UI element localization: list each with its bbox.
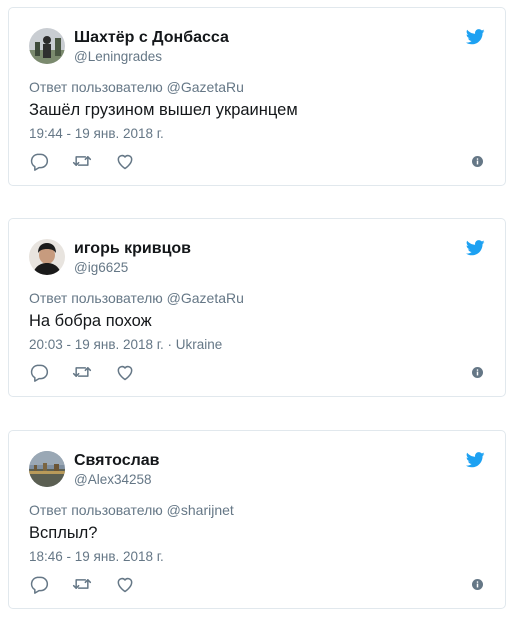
author-name[interactable]: Святослав	[74, 452, 160, 470]
twitter-bird-icon[interactable]	[466, 240, 485, 256]
reply-icon[interactable]	[29, 574, 49, 594]
avatar-image	[29, 239, 65, 275]
author-handle[interactable]: @ig6625	[74, 260, 128, 275]
like-icon[interactable]	[115, 362, 135, 382]
avatar[interactable]	[29, 28, 65, 64]
action-bar	[29, 151, 489, 171]
tweet-meta: 20:03 - 19 янв. 2018 г. · Ukraine	[29, 337, 222, 352]
tweet-text: Всплыл?	[29, 524, 98, 542]
reply-mention-link[interactable]: @GazetaRu	[167, 290, 244, 306]
like-icon[interactable]	[115, 151, 135, 171]
retweet-icon[interactable]	[72, 362, 92, 382]
reply-mention-link[interactable]: @sharijnet	[167, 502, 234, 518]
tweet-meta: 19:44 - 19 янв. 2018 г.	[29, 126, 164, 141]
reply-context: Ответ пользователю @GazetaRu	[29, 79, 244, 95]
reply-icon[interactable]	[29, 151, 49, 171]
retweet-icon[interactable]	[72, 151, 92, 171]
reply-icon[interactable]	[29, 362, 49, 382]
like-icon[interactable]	[115, 574, 135, 594]
tweet-text: Зашёл грузином вышел украинцем	[29, 101, 298, 119]
author-handle[interactable]: @Alex34258	[74, 472, 152, 487]
tweet-meta: 18:46 - 19 янв. 2018 г.	[29, 549, 164, 564]
reply-prefix: Ответ пользователю	[29, 290, 163, 306]
tweet-card: игорь кривцов @ig6625 Ответ пользователю…	[8, 218, 506, 397]
reply-prefix: Ответ пользователю	[29, 502, 163, 518]
tweet-location: · Ukraine	[163, 337, 223, 352]
action-bar	[29, 574, 489, 594]
reply-context: Ответ пользователю @GazetaRu	[29, 290, 244, 306]
tweet-timestamp[interactable]: 20:03 - 19 янв. 2018 г.	[29, 337, 164, 352]
reply-prefix: Ответ пользователю	[29, 79, 163, 95]
author-name[interactable]: игорь кривцов	[74, 240, 191, 258]
author-name[interactable]: Шахтёр с Донбасса	[74, 29, 229, 47]
avatar-image	[29, 28, 65, 64]
tweet-card: Шахтёр с Донбасса @Leningrades Ответ пол…	[8, 7, 506, 186]
avatar[interactable]	[29, 239, 65, 275]
tweet-card: Святослав @Alex34258 Ответ пользователю …	[8, 430, 506, 609]
author-handle[interactable]: @Leningrades	[74, 49, 162, 64]
retweet-icon[interactable]	[72, 574, 92, 594]
reply-mention-link[interactable]: @GazetaRu	[167, 79, 244, 95]
twitter-bird-icon[interactable]	[466, 29, 485, 45]
action-bar	[29, 362, 489, 382]
avatar-image	[29, 451, 65, 487]
info-icon[interactable]	[472, 367, 483, 378]
tweet-timestamp[interactable]: 18:46 - 19 янв. 2018 г.	[29, 549, 164, 564]
tweet-text: На бобра похож	[29, 312, 152, 330]
tweet-timestamp[interactable]: 19:44 - 19 янв. 2018 г.	[29, 126, 164, 141]
info-icon[interactable]	[472, 156, 483, 167]
reply-context: Ответ пользователю @sharijnet	[29, 502, 234, 518]
info-icon[interactable]	[472, 579, 483, 590]
twitter-bird-icon[interactable]	[466, 452, 485, 468]
avatar[interactable]	[29, 451, 65, 487]
